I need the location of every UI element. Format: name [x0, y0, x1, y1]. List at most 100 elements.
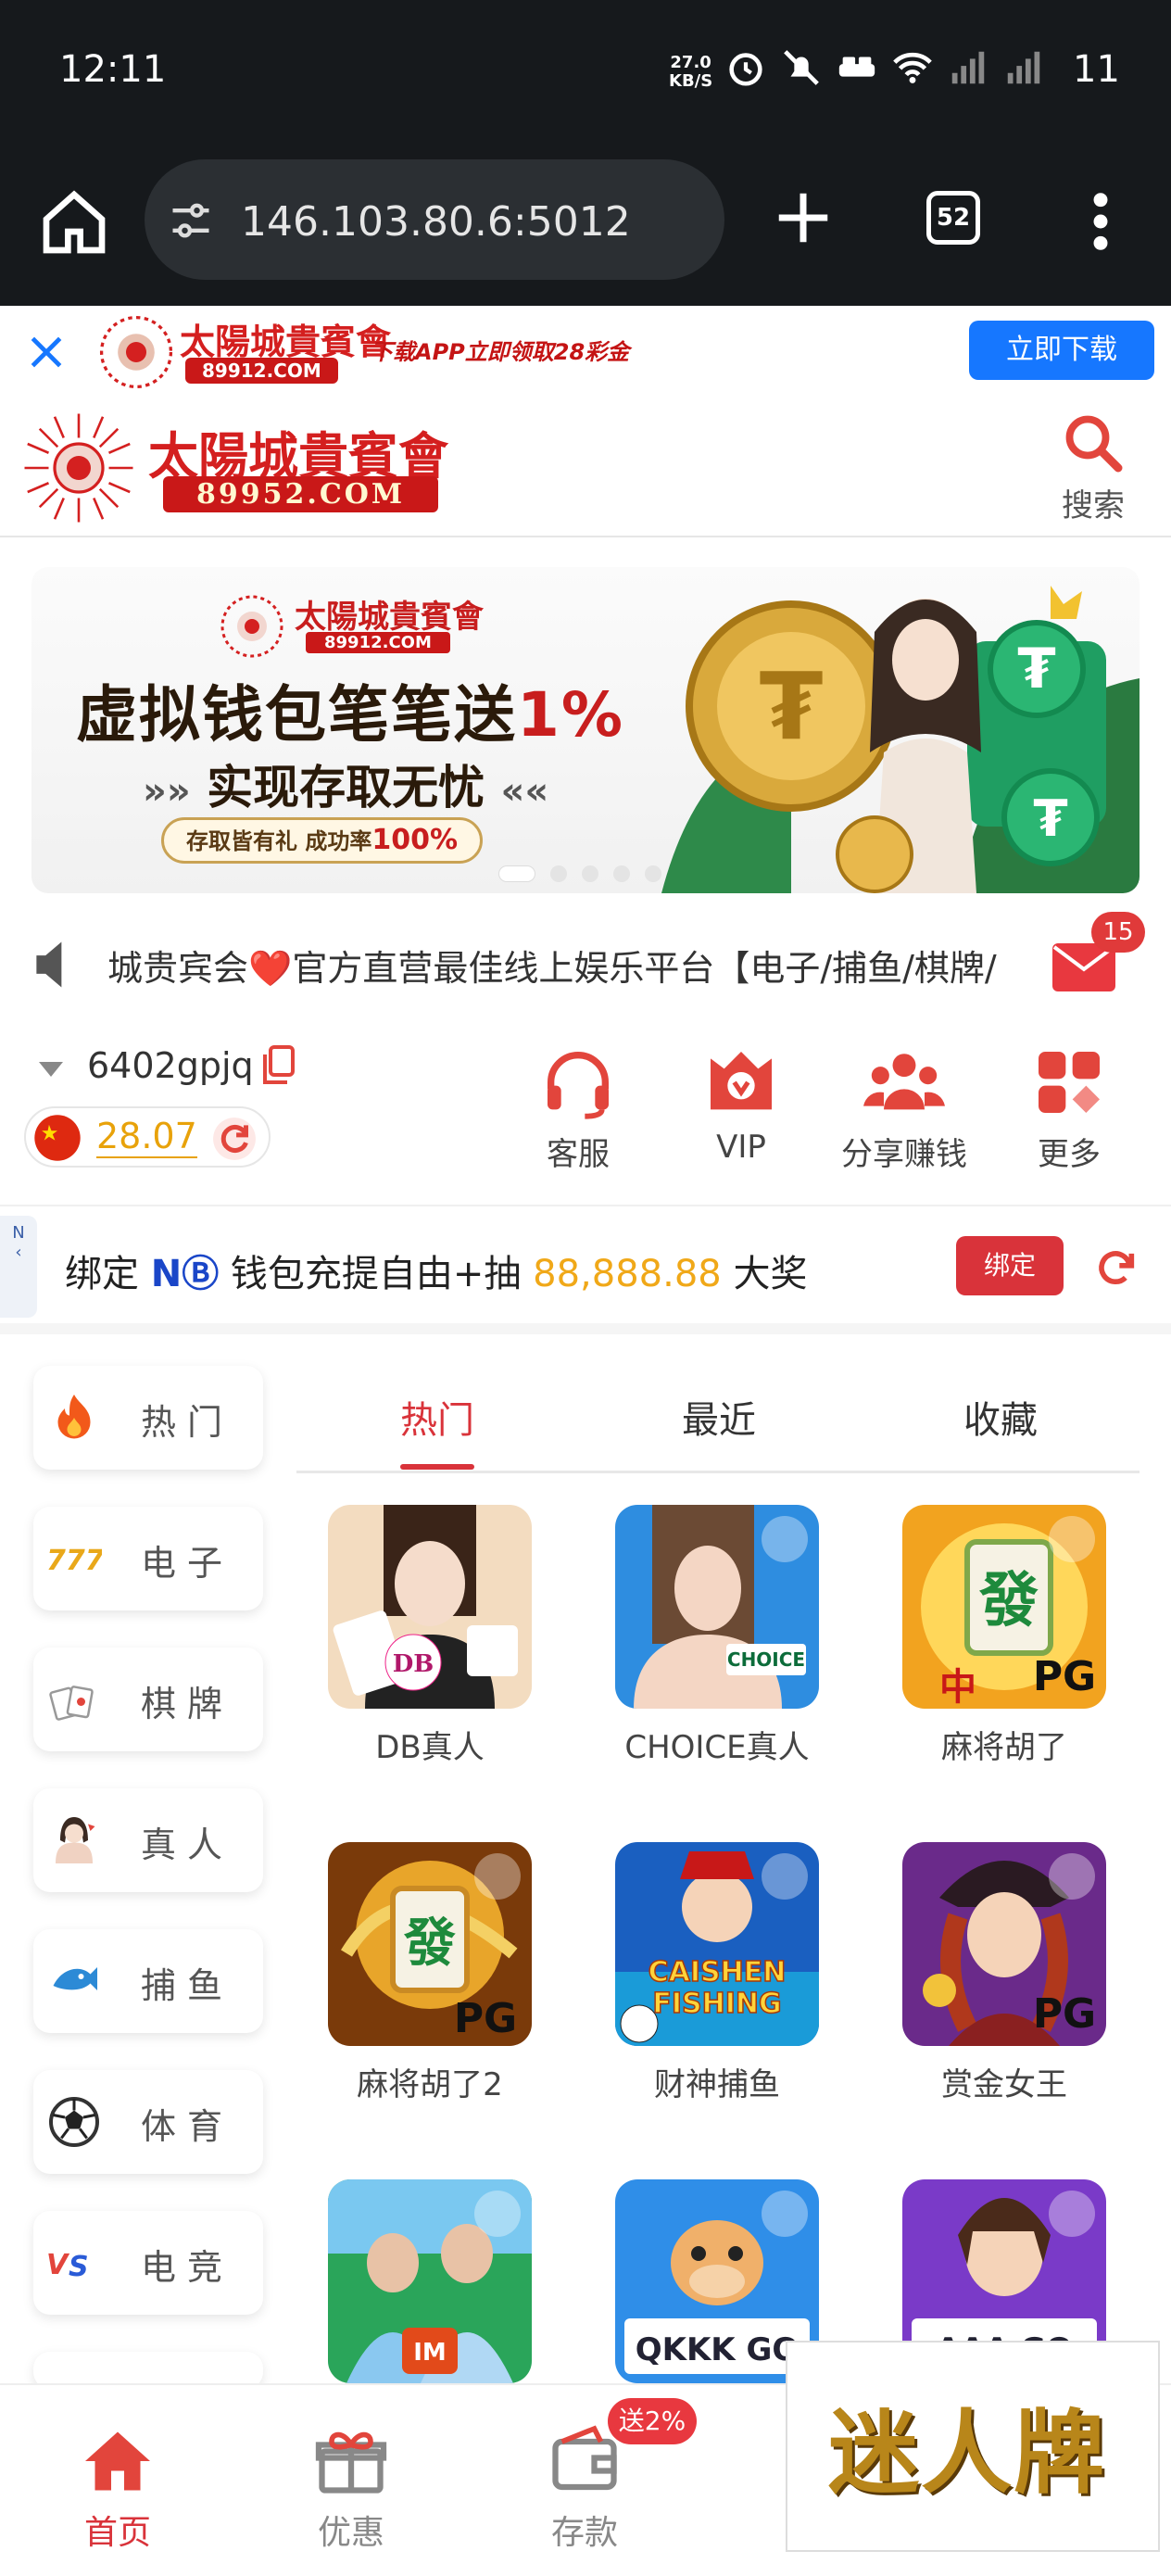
carousel-dot-active[interactable] [498, 865, 535, 882]
balance-amount: 28.07 [96, 1116, 197, 1158]
favorite-star-icon[interactable] [1049, 1853, 1095, 1900]
wallet-bind-bar: N ‹ 绑定 NⒷ 钱包充提自由+抽 88,888.88 大奖 绑定 [0, 1205, 1171, 1334]
promo-banner[interactable]: 太陽城貴賓會 89912.COM 虚拟钱包笔笔送1% »» 实现存取无忧 «« … [31, 567, 1140, 893]
site-domain: 89952.COM [163, 476, 439, 512]
battery-level: 11 [1073, 48, 1120, 91]
net-speed: 27.0 KB/S [669, 53, 713, 91]
close-icon[interactable] [26, 332, 67, 373]
svg-text:777: 777 [46, 1545, 102, 1577]
banner-domain: 89912.COM [185, 358, 338, 384]
svg-text:S: S [69, 2251, 89, 2283]
deposit-bonus-badge: 送2% [608, 2398, 697, 2444]
svg-text:CHOICE: CHOICE [727, 1648, 805, 1671]
signal-icon [951, 51, 985, 84]
vip-button[interactable]: VIP [676, 1042, 806, 1181]
svg-text:中: 中 [939, 1665, 976, 1709]
svg-text:V: V [46, 2249, 70, 2281]
game-card[interactable]: 發中 PG 麻将胡了 [902, 1505, 1106, 1767]
sun-logo-icon [99, 315, 173, 389]
tab-hot[interactable]: 热门 [400, 1390, 474, 1444]
favorite-star-icon[interactable] [1049, 2191, 1095, 2237]
db-live-art: DB [328, 1505, 532, 1709]
game-card[interactable]: PG 赏金女王 [902, 1842, 1106, 2104]
svg-text:發: 發 [403, 1913, 456, 1974]
bed-icon [838, 57, 875, 77]
promo-subtitle: »» 实现存取无忧 «« [143, 761, 549, 814]
category-esports[interactable]: VS 电竞 [33, 2211, 263, 2315]
tab-recent[interactable]: 最近 [682, 1390, 756, 1444]
speaker-icon [36, 941, 62, 988]
favorite-star-icon[interactable] [762, 2191, 808, 2237]
search-icon[interactable] [1060, 410, 1127, 476]
favorite-star-icon[interactable] [474, 2191, 521, 2237]
copy-icon[interactable] [259, 1045, 296, 1086]
svg-text:QKKK GO: QKKK GO [636, 2331, 800, 2368]
status-icons [724, 46, 1045, 89]
svg-text:PG: PG [1033, 1990, 1096, 2038]
url-bar[interactable]: 146.103.80.6:5012 [145, 159, 724, 280]
carousel-dot[interactable] [645, 865, 661, 882]
nav-promotions[interactable]: 优惠 [282, 2422, 421, 2554]
status-time: 12:11 [59, 48, 167, 91]
bind-button[interactable]: 绑定 [956, 1236, 1064, 1295]
game-thumbnail: 發中 PG [902, 1505, 1106, 1709]
game-card[interactable]: DB DB真人 [328, 1505, 532, 1767]
home-icon [85, 2431, 150, 2491]
refresh-icon[interactable] [1091, 1244, 1140, 1292]
favorite-star-icon[interactable] [762, 1516, 808, 1562]
svg-text:FISHING: FISHING [652, 1988, 781, 2020]
marquee-text[interactable]: 城贵宾会❤️官方直营最佳线上娱乐平台【电子/捕鱼/棋牌/ [107, 940, 1043, 991]
customer-service-button[interactable]: 客服 [513, 1042, 643, 1181]
favorite-star-icon[interactable] [474, 1853, 521, 1900]
share-earn-button[interactable]: 分享赚钱 [839, 1042, 969, 1181]
svg-text:DB: DB [393, 1650, 434, 1678]
svg-text:發: 發 [978, 1566, 1039, 1635]
game-name: 赏金女王 [941, 2066, 1067, 2103]
fish-icon [53, 1967, 97, 1990]
status-bar: 12:11 27.0 KB/S 11 [0, 0, 1171, 148]
game-card[interactable]: CHOICE CHOICE真人 [615, 1505, 819, 1767]
overflow-menu-icon[interactable] [1082, 189, 1119, 254]
carousel-dot[interactable] [613, 865, 630, 882]
side-drawer-tab[interactable]: N ‹ [0, 1216, 37, 1318]
svg-text:CAISHEN: CAISHEN [648, 1956, 787, 1989]
game-tabs: 热门 最近 收藏 [296, 1362, 1140, 1473]
more-button[interactable]: 更多 [1004, 1042, 1134, 1181]
category-sports[interactable]: 体育 [33, 2070, 263, 2174]
favorite-star-icon[interactable] [1049, 1516, 1095, 1562]
refresh-balance-icon[interactable] [211, 1116, 258, 1162]
game-card[interactable]: IM [328, 2179, 532, 2383]
banner-brand: 太陽城貴賓會 [180, 321, 392, 362]
category-slots[interactable]: 777 电子 [33, 1507, 263, 1610]
vip-icon [711, 1052, 772, 1110]
tab-active-indicator [400, 1464, 474, 1470]
announcement-marquee: 城贵宾会❤️官方直营最佳线上娱乐平台【电子/捕鱼/棋牌/ 15 [0, 912, 1171, 1010]
floating-ad[interactable]: 迷人牌 [786, 2341, 1160, 2552]
nav-home[interactable]: 首页 [48, 2422, 187, 2554]
search-label[interactable]: 搜索 [1062, 480, 1125, 525]
download-now-button[interactable]: 立即下载 [969, 321, 1154, 380]
chevron-down-icon[interactable] [37, 1060, 65, 1079]
home-icon[interactable] [37, 185, 111, 259]
game-card[interactable]: 發 PG 麻将胡了2 [328, 1842, 532, 2104]
game-name: CHOICE真人 [624, 1729, 810, 1766]
site-settings-icon[interactable] [167, 196, 215, 245]
favorite-star-icon[interactable] [762, 1853, 808, 1900]
game-name: 财神捕鱼 [654, 2066, 780, 2103]
game-card[interactable]: CAISHEN FISHING 财神捕鱼 [615, 1842, 819, 2104]
category-live[interactable]: 真人 [33, 1788, 263, 1892]
category-hot[interactable]: 热门 [33, 1366, 263, 1470]
gift-icon [315, 2431, 387, 2494]
category-fishing[interactable]: 捕鱼 [33, 1929, 263, 2033]
more-grid-icon [1039, 1052, 1100, 1113]
tab-favorites[interactable]: 收藏 [963, 1390, 1038, 1444]
tab-switcher-button[interactable]: 52 [926, 191, 980, 245]
new-tab-icon[interactable] [771, 185, 836, 250]
game-name: 麻将胡了2 [357, 2066, 503, 2103]
carousel-dot[interactable] [550, 865, 567, 882]
carousel-dot[interactable] [582, 865, 598, 882]
site-logo-icon[interactable] [19, 408, 139, 528]
game-thumbnail: CHOICE [615, 1505, 819, 1709]
category-cards[interactable]: 棋牌 [33, 1648, 263, 1751]
balance-pill: 28.07 [24, 1106, 271, 1168]
